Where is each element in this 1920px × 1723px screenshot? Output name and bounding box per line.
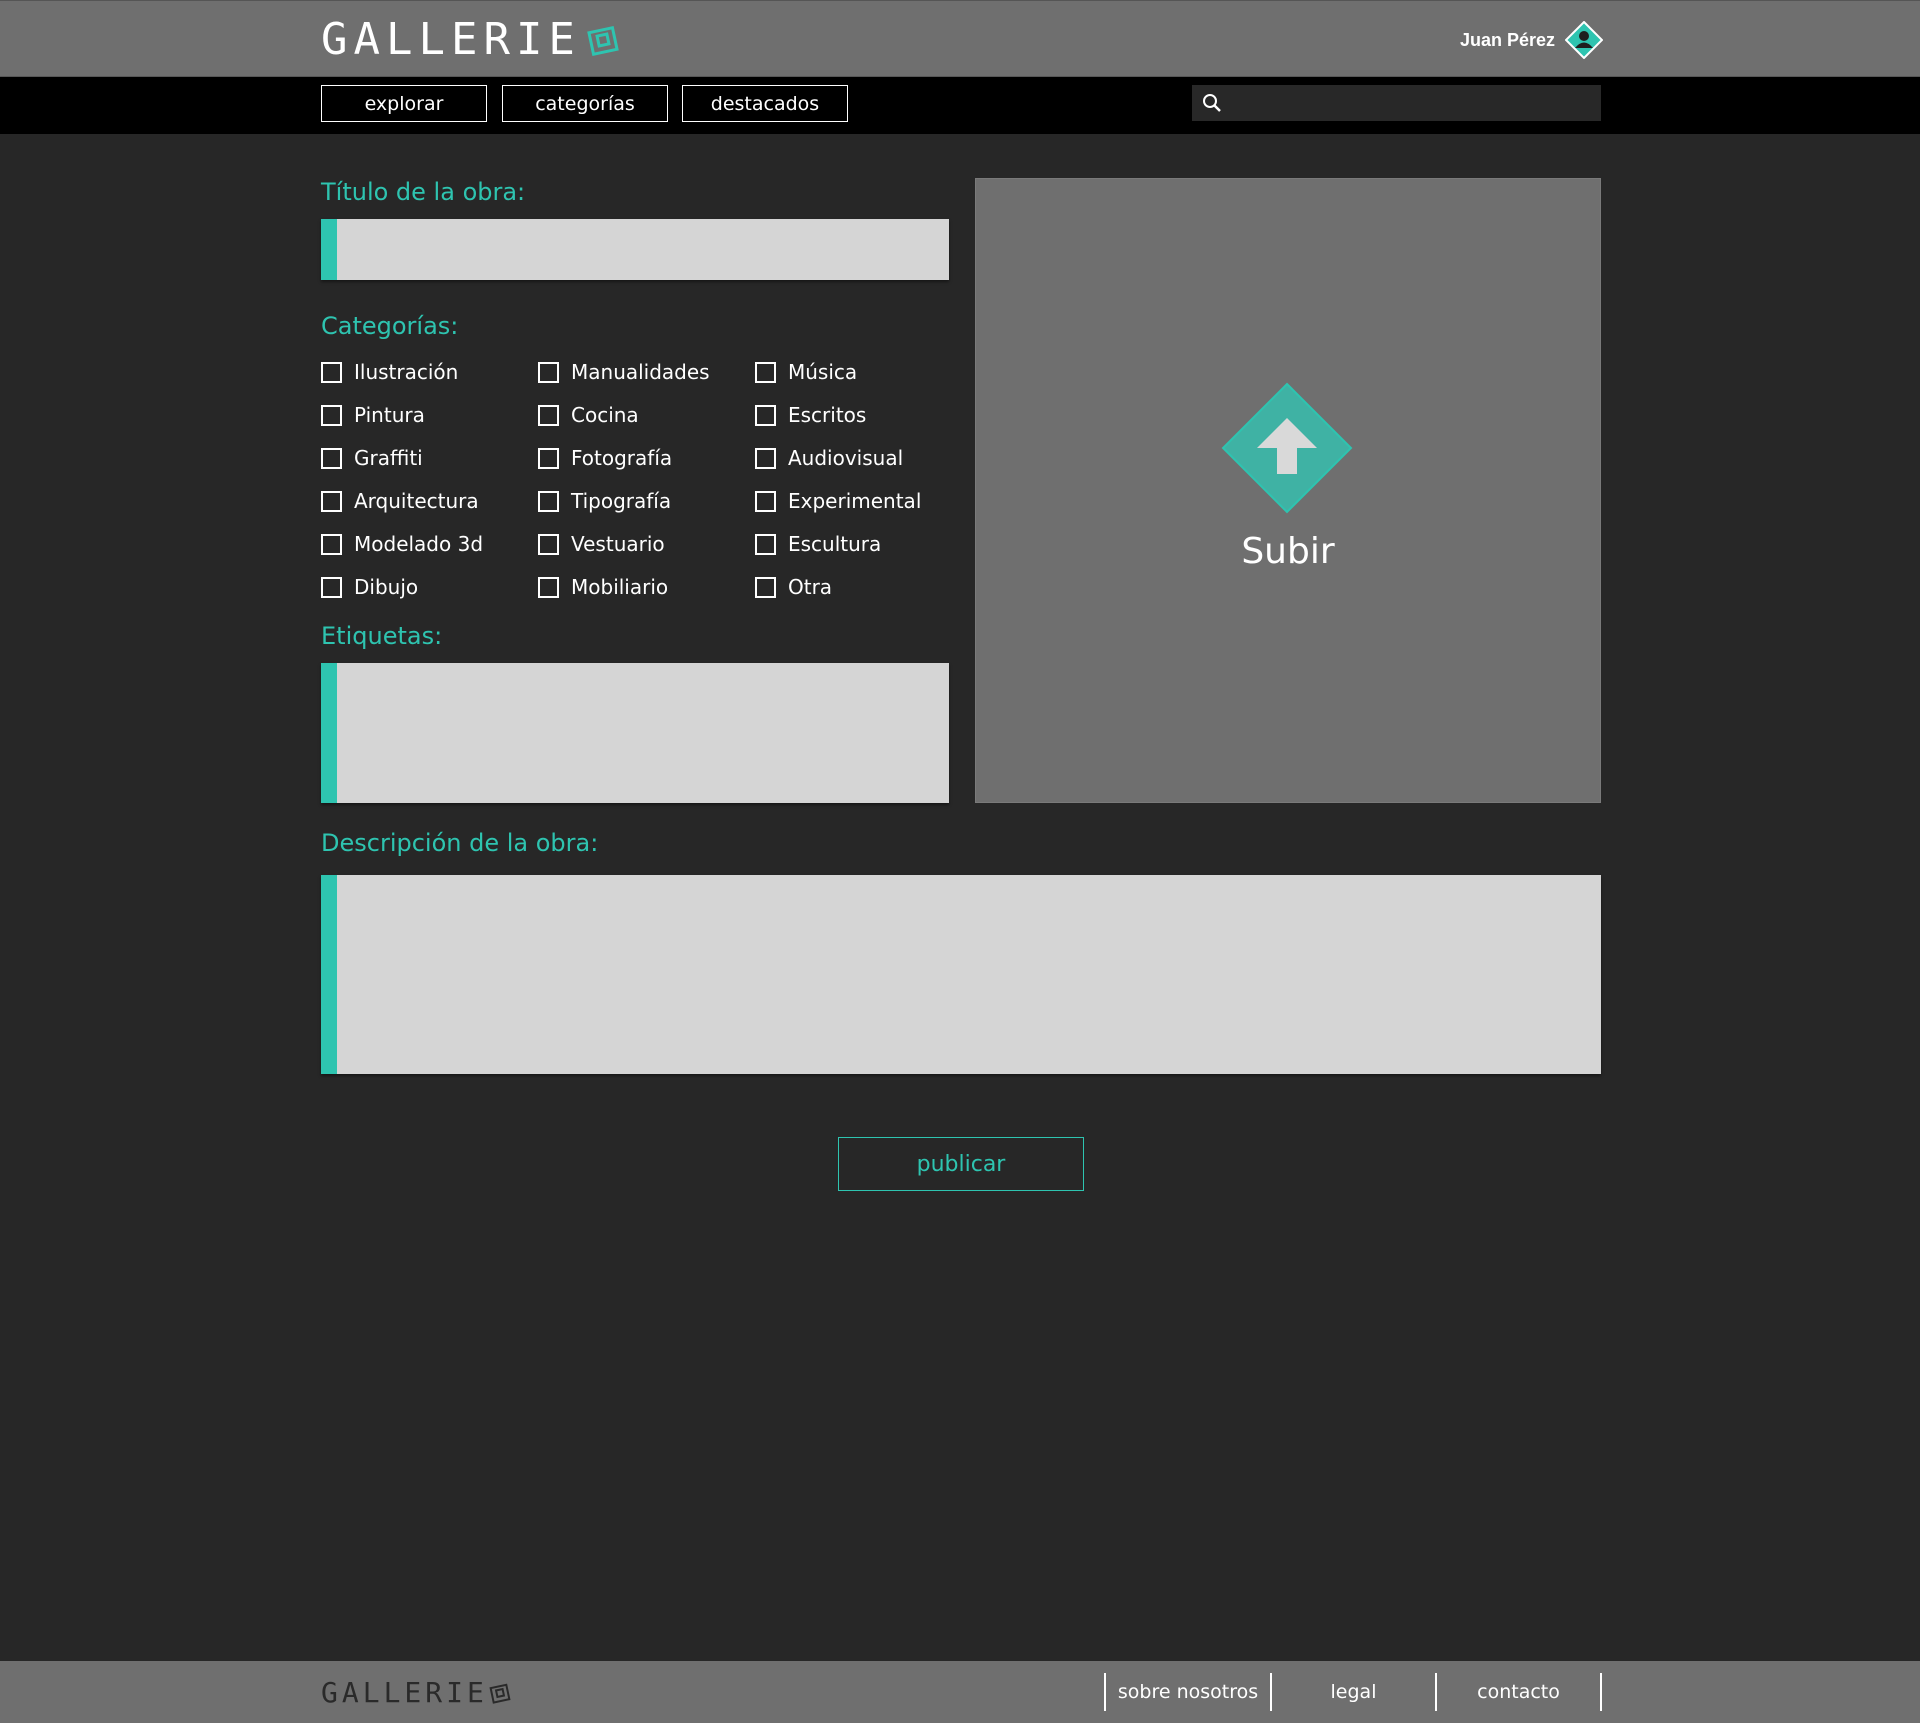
category-checkbox[interactable] — [538, 533, 559, 555]
title-label: Título de la obra: — [321, 178, 526, 206]
category-checkbox[interactable] — [538, 490, 559, 512]
search-input[interactable] — [1222, 85, 1601, 121]
search-icon — [1203, 94, 1221, 112]
category-label: Pintura — [354, 403, 425, 427]
category-label: Escultura — [788, 532, 882, 556]
category-option[interactable]: Tipografía — [538, 489, 671, 513]
footer: GALLERIE sobre nosotros legal contacto — [0, 1661, 1920, 1723]
category-checkbox[interactable] — [321, 490, 342, 512]
category-option[interactable]: Manualidades — [538, 360, 710, 384]
title-field — [321, 219, 949, 280]
category-checkbox[interactable] — [755, 447, 776, 469]
upload-dropzone[interactable]: Subir — [975, 178, 1601, 803]
description-input[interactable] — [337, 875, 1601, 1074]
category-label: Dibujo — [354, 575, 419, 599]
category-option[interactable]: Experimental — [755, 489, 921, 513]
logo-frame-icon — [587, 25, 619, 57]
category-label: Cocina — [571, 403, 639, 427]
footer-link-contacto[interactable]: contacto — [1435, 1673, 1600, 1711]
category-label: Manualidades — [571, 360, 710, 384]
category-label: Fotografía — [571, 446, 673, 470]
category-checkbox[interactable] — [755, 404, 776, 426]
category-checkbox[interactable] — [321, 447, 342, 469]
nav-explorar-button[interactable]: explorar — [321, 85, 487, 122]
tags-input[interactable] — [337, 663, 949, 803]
category-checkbox[interactable] — [538, 404, 559, 426]
category-option[interactable]: Arquitectura — [321, 489, 479, 513]
footer-logo-frame-icon — [489, 1683, 511, 1704]
nav-bar: explorar categorías destacados — [0, 77, 1920, 134]
category-checkbox[interactable] — [755, 490, 776, 512]
category-label: Arquitectura — [354, 489, 479, 513]
category-option[interactable]: Música — [755, 360, 857, 384]
category-checkbox[interactable] — [321, 404, 342, 426]
top-header: GALLERIE Juan Pérez — [0, 0, 1920, 77]
category-label: Audiovisual — [788, 446, 904, 470]
category-option[interactable]: Cocina — [538, 403, 639, 427]
title-input[interactable] — [337, 219, 949, 280]
nav-destacados-button[interactable]: destacados — [682, 85, 848, 122]
publish-button[interactable]: publicar — [838, 1137, 1084, 1191]
description-label: Descripción de la obra: — [321, 829, 599, 857]
category-checkbox[interactable] — [321, 361, 342, 383]
upload-arrow-icon — [1221, 382, 1353, 514]
user-menu[interactable]: Juan Pérez — [1460, 21, 1603, 59]
footer-logo-text: GALLERIE — [321, 1676, 488, 1709]
footer-divider — [1600, 1673, 1602, 1711]
category-checkbox[interactable] — [755, 361, 776, 383]
description-field — [321, 875, 1601, 1074]
user-avatar-icon[interactable] — [1565, 21, 1603, 59]
tags-field — [321, 663, 949, 803]
category-option[interactable]: Ilustración — [321, 360, 458, 384]
category-option[interactable]: Otra — [755, 575, 832, 599]
category-checkbox[interactable] — [755, 533, 776, 555]
tags-label: Etiquetas: — [321, 622, 443, 650]
category-checkbox[interactable] — [755, 576, 776, 598]
category-label: Música — [788, 360, 858, 384]
category-label: Otra — [788, 575, 833, 599]
category-option[interactable]: Vestuario — [538, 532, 665, 556]
footer-link-sobre-nosotros[interactable]: sobre nosotros — [1104, 1673, 1270, 1711]
category-option[interactable]: Fotografía — [538, 446, 672, 470]
category-option[interactable]: Dibujo — [321, 575, 418, 599]
category-option[interactable]: Graffiti — [321, 446, 423, 470]
category-option[interactable]: Escultura — [755, 532, 881, 556]
search-bar — [1192, 85, 1601, 121]
category-checkbox[interactable] — [538, 576, 559, 598]
site-logo[interactable]: GALLERIE — [321, 14, 621, 65]
category-option[interactable]: Modelado 3d — [321, 532, 483, 556]
footer-logo[interactable]: GALLERIE — [321, 1679, 512, 1707]
category-option[interactable]: Pintura — [321, 403, 425, 427]
category-checkbox[interactable] — [321, 533, 342, 555]
category-checkbox[interactable] — [538, 447, 559, 469]
categories-label: Categorías: — [321, 312, 459, 340]
category-option[interactable]: Audiovisual — [755, 446, 903, 470]
logo-text: GALLERIE — [321, 14, 581, 65]
category-label: Graffiti — [354, 446, 423, 470]
category-label: Vestuario — [571, 532, 665, 556]
category-label: Ilustración — [354, 360, 459, 384]
category-checkbox[interactable] — [321, 576, 342, 598]
category-label: Mobiliario — [571, 575, 669, 599]
user-name: Juan Pérez — [1459, 29, 1555, 50]
category-checkbox[interactable] — [538, 361, 559, 383]
category-label: Escritos — [788, 403, 867, 427]
category-label: Tipografía — [571, 489, 672, 513]
category-label: Experimental — [788, 489, 922, 513]
footer-link-legal[interactable]: legal — [1270, 1673, 1435, 1711]
nav-categorias-button[interactable]: categorías — [502, 85, 668, 122]
category-option[interactable]: Mobiliario — [538, 575, 668, 599]
upload-label: Subir — [1241, 531, 1335, 572]
category-option[interactable]: Escritos — [755, 403, 866, 427]
category-label: Modelado 3d — [354, 532, 484, 556]
